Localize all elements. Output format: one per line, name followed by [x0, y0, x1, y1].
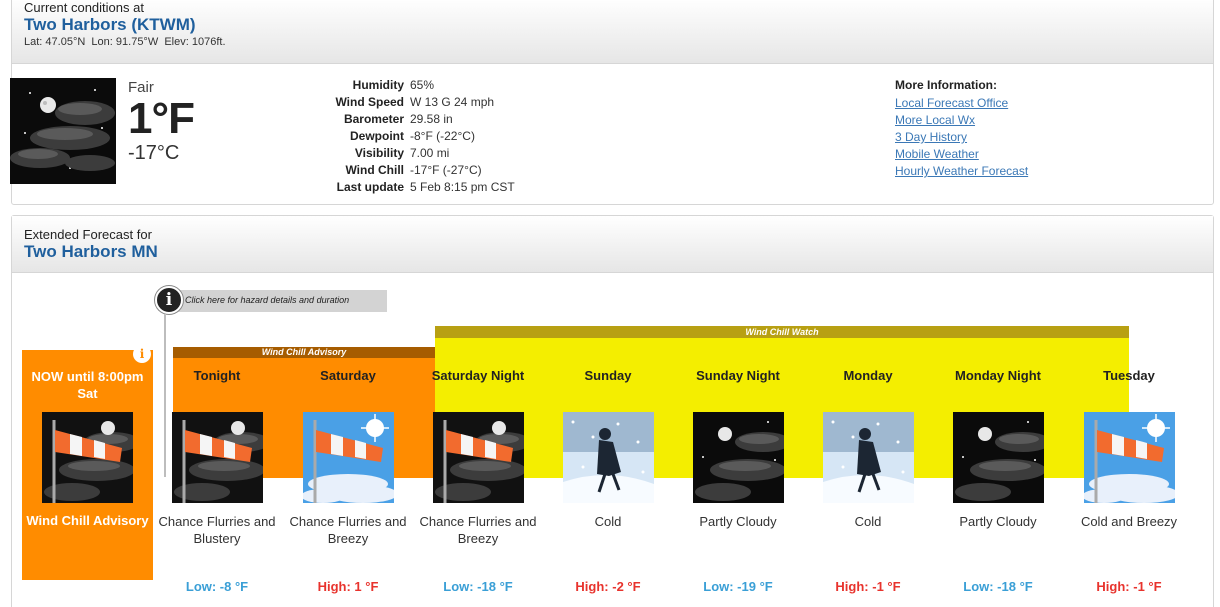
cold-person-icon [822, 412, 914, 503]
forecast-location: Two Harbors MN [24, 242, 158, 261]
station-name: Two Harbors (KTWM) [24, 15, 196, 34]
forecast-period[interactable]: Sunday Cold High: -2 °F [543, 366, 673, 594]
period-short-description: Cold and Breezy [1080, 514, 1178, 529]
night-partly-cloudy-icon [692, 412, 784, 503]
period-short-description: Chance Flurries and Breezy [419, 514, 537, 546]
detail-row: Last update 5 Feb 8:15 pm CST [336, 180, 515, 194]
period-temperature: High: -2 °F [575, 579, 641, 594]
now-title: NOW until 8:00pm Sat [31, 369, 144, 401]
detail-row: Wind Speed W 13 G 24 mph [335, 95, 495, 109]
windsock-day-icon [1083, 412, 1175, 503]
windsock-night-icon [432, 412, 524, 503]
period-short-description: Cold [854, 514, 882, 529]
current-conditions-header: Current conditions at Two Harbors (KTWM)… [12, 0, 1213, 64]
period-short-description: Cold [594, 514, 622, 529]
detail-row: Visibility 7.00 mi [354, 146, 450, 160]
period-temperature: Low: -8 °F [185, 579, 249, 594]
detail-row: Barometer 29.58 in [343, 112, 453, 126]
info-icon[interactable]: i [133, 345, 151, 363]
wind-chill-advisory-bar[interactable]: Wind Chill Advisory [173, 347, 435, 358]
period-name: Tuesday [1103, 368, 1155, 383]
period-name: Tonight [193, 368, 241, 383]
detail-row: Dewpoint -8°F (-22°C) [350, 129, 475, 143]
period-temperature: Low: -18 °F [443, 579, 513, 594]
more-information-heading: More Information: [895, 78, 997, 92]
period-name: Saturday [320, 368, 376, 383]
period-short-description: Partly Cloudy [699, 514, 777, 529]
forecast-period[interactable]: Tonight Chance Flurries and Blustery Low: … [152, 366, 282, 594]
period-temperature: Low: -18 °F [963, 579, 1033, 594]
forecast-period[interactable]: Tuesday Cold and Breezy High: -1 °F [1064, 366, 1194, 594]
cold-person-icon [562, 412, 654, 503]
period-short-description: Chance Flurries and Breezy [289, 514, 407, 546]
wind-chill-watch-bar[interactable]: Wind Chill Watch [435, 326, 1129, 338]
elevation: 1076ft. [191, 36, 226, 48]
detail-row: Wind Chill -17°F (-27°C) [345, 163, 482, 177]
period-temperature: Low: -19 °F [703, 579, 773, 594]
link-hourly-weather-forecast[interactable]: Hourly Weather Forecast [895, 163, 1028, 180]
detail-row: Humidity 65% [352, 78, 435, 92]
hazard-details-link[interactable]: Click here for hazard details and durati… [165, 290, 387, 312]
period-temperature: High: 1 °F [317, 579, 379, 594]
current-summary: Fair 1°F -17°C [128, 79, 195, 165]
period-name: Monday [843, 368, 893, 383]
windsock-day-icon [302, 412, 394, 503]
period-name: Sunday [584, 368, 632, 383]
forecast-period[interactable]: Monday Night Partly Cloudy Low: -18 °F [933, 366, 1063, 594]
period-temperature: High: -1 °F [1096, 579, 1162, 594]
more-information: More Information: Local Forecast Office … [895, 78, 1028, 180]
forecast-period[interactable]: Saturday Chance Flurries and Breezy High: … [283, 366, 413, 594]
extended-forecast-heading: Extended Forecast for [24, 227, 152, 242]
extended-forecast-header: Extended Forecast for Two Harbors MN [12, 216, 1213, 273]
current-temp-f: 1°F [128, 94, 195, 143]
now-hazard-label: Wind Chill Advisory [26, 513, 149, 528]
period-short-description: Chance Flurries and Blustery [158, 514, 276, 546]
link-local-forecast-office[interactable]: Local Forecast Office [895, 95, 1028, 112]
link-more-local-wx[interactable]: More Local Wx [895, 112, 1028, 129]
link-3-day-history[interactable]: 3 Day History [895, 129, 1028, 146]
current-conditions-heading: Current conditions at [24, 0, 144, 15]
night-fair-moon-icon [10, 78, 116, 184]
forecast-period[interactable]: Monday Cold High: -1 °F [803, 366, 933, 594]
longitude: 91.75°W [115, 36, 159, 48]
period-temperature: High: -1 °F [835, 579, 901, 594]
period-name: Monday Night [955, 368, 1041, 383]
period-name: Sunday Night [696, 368, 780, 383]
info-icon[interactable]: i [155, 286, 183, 314]
forecast-period[interactable]: Saturday Night Chance Flurries and Breezy… [413, 366, 543, 594]
current-temp-c: -17°C [128, 142, 180, 164]
latitude: 47.05°N [45, 36, 86, 48]
period-name: Saturday Night [431, 368, 525, 383]
station-location: Lat: 47.05°N Lon: 91.75°W Elev: 1076ft. [24, 36, 226, 48]
period-short-description: Partly Cloudy [959, 514, 1037, 529]
windsock-night-icon [42, 412, 133, 503]
link-mobile-weather[interactable]: Mobile Weather [895, 146, 1028, 163]
forecast-period[interactable]: Sunday Night Partly Cloudy Low: -19 °F [673, 366, 803, 594]
night-partly-cloudy-icon [952, 412, 1044, 503]
current-details-table: Humidity 65% Wind Speed W 13 G 24 mph Baro… [270, 77, 518, 196]
windsock-night-icon [171, 412, 263, 503]
